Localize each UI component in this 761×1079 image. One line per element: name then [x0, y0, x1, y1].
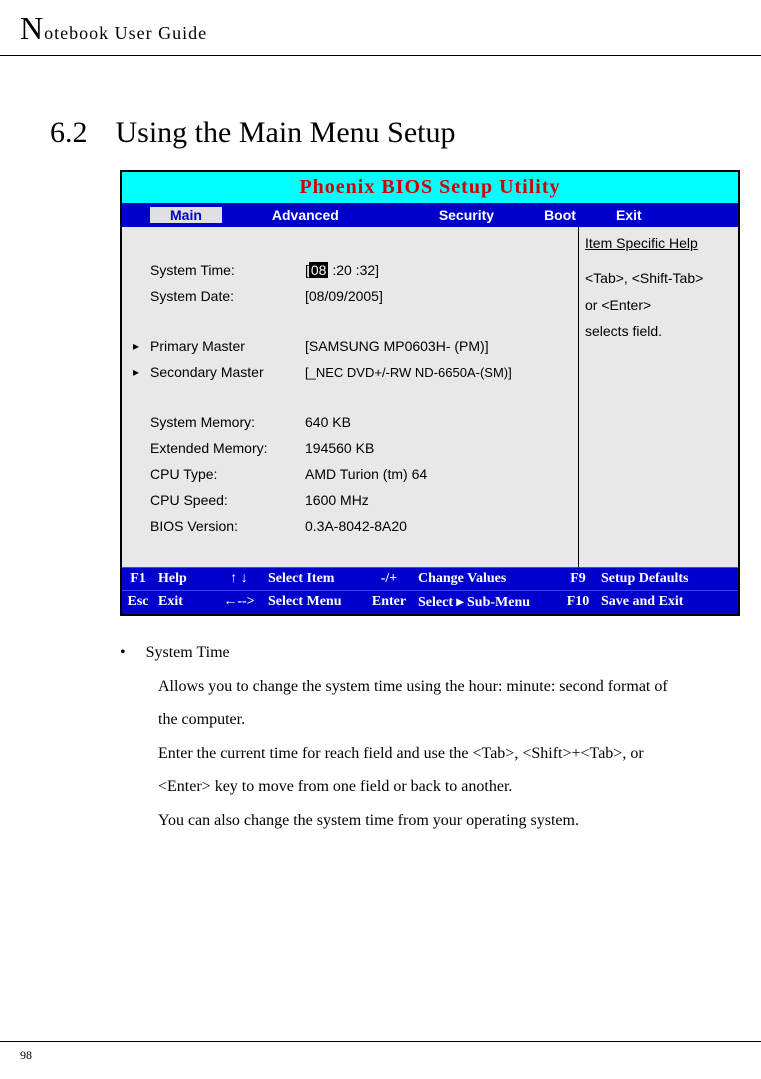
f9-key: F9 [559, 571, 597, 587]
system-time-value[interactable]: [08 :20 :32] [305, 258, 578, 282]
system-memory-value: 640 KB [305, 410, 578, 434]
leftright-label: Select Menu [264, 594, 364, 611]
extended-memory-label: Extended Memory: [150, 436, 305, 460]
bios-footer: F1 Help ↑ ↓ Select Item -/+ Change Value… [122, 567, 738, 614]
submenu-icon: ▸ [122, 339, 150, 353]
esc-key: Esc [122, 594, 154, 611]
updown-label: Select Item [264, 571, 364, 587]
system-time-hour[interactable]: 08 [309, 262, 329, 278]
row-bios-version: BIOS Version: 0.3A-8042-8A20 [122, 513, 578, 539]
system-date-label: System Date: [150, 284, 305, 308]
updown-key: ↑ ↓ [214, 571, 264, 587]
row-cpu-type: CPU Type: AMD Turion (tm) 64 [122, 461, 578, 487]
bios-main-panel: System Time: [08 :20 :32] System Date: [… [122, 227, 578, 567]
secondary-master-value: [_NEC DVD+/-RW ND-6650A-(SM)] [305, 361, 578, 384]
row-primary-master[interactable]: ▸ Primary Master [SAMSUNG MP0603H- (PM)] [122, 333, 578, 359]
section-title: Using the Main Menu Setup [116, 116, 456, 150]
f10-key: F10 [559, 594, 597, 611]
tab-advanced[interactable]: Advanced [262, 207, 349, 223]
section-heading: 6.2 Using the Main Menu Setup [50, 116, 711, 150]
submenu-icon: ▸ [122, 365, 150, 379]
page-header: Notebook User Guide [0, 0, 761, 56]
body-desc-2: Enter the current time for reach field a… [158, 737, 671, 804]
enter-key: Enter [364, 594, 414, 611]
system-date-value[interactable]: [08/09/2005] [305, 284, 578, 308]
extended-memory-value: 194560 KB [305, 436, 578, 460]
row-system-time[interactable]: System Time: [08 :20 :32] [122, 257, 578, 283]
help-header: Item Specific Help [579, 227, 738, 255]
body-desc-1: Allows you to change the system time usi… [158, 670, 671, 737]
bios-setup-box: Phoenix BIOS Setup Utility Main Advanced… [120, 170, 740, 616]
cpu-type-label: CPU Type: [150, 462, 305, 486]
bullet-icon: • [120, 636, 126, 670]
row-extended-memory: Extended Memory: 194560 KB [122, 435, 578, 461]
content-area: 6.2 Using the Main Menu Setup Phoenix BI… [0, 56, 761, 838]
row-cpu-speed: CPU Speed: 1600 MHz [122, 487, 578, 513]
page-number: 98 [20, 1048, 32, 1062]
body-text: • System Time Allows you to change the s… [120, 636, 671, 838]
bios-version-value: 0.3A-8042-8A20 [305, 514, 578, 538]
row-system-memory: System Memory: 640 KB [122, 409, 578, 435]
system-memory-label: System Memory: [150, 410, 305, 434]
body-desc-3: You can also change the system time from… [158, 804, 671, 838]
enter-label: Select ▸ Sub-Menu [414, 594, 559, 611]
tab-boot[interactable]: Boot [534, 207, 586, 223]
cpu-speed-label: CPU Speed: [150, 488, 305, 512]
tab-security[interactable]: Security [429, 207, 504, 223]
page-footer: 98 [0, 1041, 761, 1063]
plusminus-label: Change Values [414, 571, 559, 587]
bios-version-label: BIOS Version: [150, 514, 305, 538]
plusminus-key: -/+ [364, 571, 414, 587]
f10-label: Save and Exit [597, 594, 738, 611]
cpu-speed-value: 1600 MHz [305, 488, 578, 512]
bios-title: Phoenix BIOS Setup Utility [122, 172, 738, 203]
section-number: 6.2 [50, 116, 88, 150]
bios-body: System Time: [08 :20 :32] System Date: [… [122, 227, 738, 567]
leftright-key: ←--> [214, 594, 264, 611]
primary-master-value: [SAMSUNG MP0603H- (PM)] [305, 334, 578, 358]
bios-tabs: Main Advanced Security Boot Exit [122, 203, 738, 227]
header-title: Notebook User Guide [20, 10, 741, 47]
help-body: <Tab>, <Shift-Tab> or <Enter> selects fi… [579, 255, 738, 355]
esc-label: Exit [154, 594, 214, 611]
f1-label: Help [154, 571, 214, 587]
system-time-label: System Time: [150, 258, 305, 282]
row-system-date[interactable]: System Date: [08/09/2005] [122, 283, 578, 309]
bullet-title: System Time [146, 636, 230, 670]
f9-label: Setup Defaults [597, 571, 738, 587]
secondary-master-label: Secondary Master [150, 360, 305, 384]
cpu-type-value: AMD Turion (tm) 64 [305, 462, 578, 486]
tab-exit[interactable]: Exit [606, 207, 652, 223]
row-secondary-master[interactable]: ▸ Secondary Master [_NEC DVD+/-RW ND-665… [122, 359, 578, 385]
f1-key: F1 [122, 571, 154, 587]
bios-help-panel: Item Specific Help <Tab>, <Shift-Tab> or… [578, 227, 738, 567]
primary-master-label: Primary Master [150, 334, 305, 358]
tab-main[interactable]: Main [150, 207, 222, 223]
